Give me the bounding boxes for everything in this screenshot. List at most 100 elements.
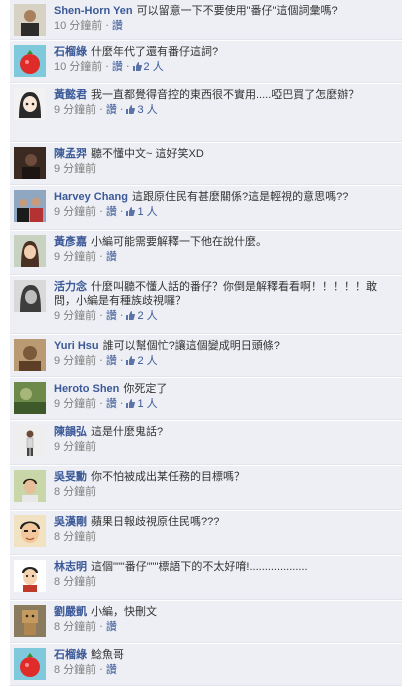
commenter-name[interactable]: 黃彥嘉 <box>54 236 87 248</box>
comment-meta: 9 分鐘前 ‧ 讚 ‧ 2 人 <box>54 355 158 367</box>
avatar-green-scene-icon[interactable] <box>14 382 46 414</box>
like-count[interactable]: 1 人 <box>126 206 158 218</box>
avatar-sepia-photo-icon[interactable] <box>14 339 46 371</box>
avatar-boy-photo-icon[interactable] <box>14 470 46 502</box>
comment-text: 小編，快刪文 <box>91 606 157 618</box>
comment-text: 蘋果日報歧視原住民嗎??? <box>91 516 220 528</box>
comment-text: 這個"""番仔"""標語下的不太好唷!................... <box>91 561 308 573</box>
comment-timestamp[interactable]: 9 分鐘前 <box>54 206 96 218</box>
comment-item: 陳韻弘 這是什麼鬼話? 9 分鐘前 <box>10 421 402 465</box>
comment-text: 聽不懂中文~ 這好笑XD <box>91 148 204 160</box>
avatar-standing-figure-icon[interactable] <box>14 425 46 457</box>
avatar-girl-photo-icon[interactable] <box>14 235 46 267</box>
like-count[interactable]: 1 人 <box>126 398 158 410</box>
avatar-pomegranate-icon[interactable] <box>14 45 46 77</box>
comment-text: 什麼年代了還有番仔這詞? <box>91 46 219 58</box>
commenter-name[interactable]: 石榴綠 <box>54 649 87 661</box>
comment-timestamp[interactable]: 9 分鐘前 <box>54 398 96 410</box>
comment-timestamp[interactable]: 8 分鐘前 <box>54 486 96 498</box>
like-count[interactable]: 3 人 <box>126 104 158 116</box>
commenter-name[interactable]: 陳孟羿 <box>54 148 87 160</box>
like-count[interactable]: 2 人 <box>126 355 158 367</box>
commenter-name[interactable]: 活力念 <box>54 281 87 293</box>
commenter-name[interactable]: 吳漢剛 <box>54 516 87 528</box>
comment-meta: 8 分鐘前 <box>54 530 396 545</box>
comment-text: 這是什麼鬼話? <box>91 426 164 438</box>
like-link[interactable]: 讚 <box>106 251 117 263</box>
like-link[interactable]: 讚 <box>106 104 117 116</box>
comment-meta: 9 分鐘前 <box>54 440 396 455</box>
comment-timestamp[interactable]: 8 分鐘前 <box>54 664 96 676</box>
comment-timestamp[interactable]: 9 分鐘前 <box>54 163 96 175</box>
comment-item: Harvey Chang 這跟原住民有甚麼關係?這是輕視的意思嗎?? 9 分鐘前 … <box>10 186 402 230</box>
comment-item: 石榴綠 什麼年代了還有番仔這詞? 10 分鐘前 ‧ 讚 ‧ 2 人 <box>10 41 402 83</box>
avatar-cartoon-man-icon[interactable] <box>14 560 46 592</box>
thumbs-up-icon <box>126 105 136 114</box>
like-link[interactable]: 讚 <box>106 621 117 633</box>
commenter-name[interactable]: 石榴綠 <box>54 46 87 58</box>
like-count[interactable]: 2 人 <box>132 61 164 73</box>
commenter-name[interactable]: 陳韻弘 <box>54 426 87 438</box>
comment-timestamp[interactable]: 8 分鐘前 <box>54 576 96 588</box>
comment-meta: 9 分鐘前 <box>54 162 396 177</box>
comment-meta: 10 分鐘前 ‧ 讚 ‧ 2 人 <box>54 61 164 73</box>
commenter-name[interactable]: 林志明 <box>54 561 87 573</box>
like-link[interactable]: 讚 <box>106 355 117 367</box>
like-link[interactable]: 讚 <box>106 398 117 410</box>
comment-item: 吳旻勳 你不怕被成出某任務的目標嗎？ 8 分鐘前 <box>10 466 402 510</box>
commenter-name[interactable]: Heroto Shen <box>54 383 119 395</box>
avatar-dark-photo-icon[interactable] <box>14 147 46 179</box>
comment-timestamp[interactable]: 9 分鐘前 <box>54 251 96 263</box>
commenter-name[interactable]: 黃懿君 <box>54 89 87 101</box>
comment-meta: 8 分鐘前 ‧ 讚 <box>54 621 117 633</box>
comment-item: Shen-Horn Yen 可以留意一下不要使用"番仔"這個詞彙嗎? 10 分鐘前… <box>10 0 402 40</box>
avatar-bw-woman-icon[interactable] <box>14 280 46 312</box>
comment-text: 這跟原住民有甚麼關係?這是輕視的意思嗎?? <box>131 191 349 203</box>
comment-meta: 8 分鐘前 <box>54 575 396 590</box>
comment-meta: 9 分鐘前 ‧ 讚 ‧ 2 人 <box>54 310 158 322</box>
comment-meta: 8 分鐘前 <box>54 485 396 500</box>
comment-timestamp[interactable]: 10 分鐘前 <box>54 20 102 32</box>
comment-timestamp[interactable]: 9 分鐘前 <box>54 104 96 116</box>
comment-item: Heroto Shen 你死定了 9 分鐘前 ‧ 讚 ‧ 1 人 <box>10 378 402 420</box>
commenter-name[interactable]: Shen-Horn Yen <box>54 5 133 17</box>
comment-item: 陳孟羿 聽不懂中文~ 這好笑XD 9 分鐘前 <box>10 143 402 185</box>
like-link[interactable]: 讚 <box>106 310 117 322</box>
comment-item: Yuri Hsu 誰可以幫個忙?讓這個變成明日頭條? 9 分鐘前 ‧ 讚 ‧ 2 … <box>10 335 402 377</box>
comment-timestamp[interactable]: 9 分鐘前 <box>54 310 96 322</box>
like-link[interactable]: 讚 <box>106 664 117 676</box>
comment-item: 林志明 這個"""番仔"""標語下的不太好唷!..................… <box>10 556 402 600</box>
avatar-man-photo-icon[interactable] <box>14 4 46 36</box>
commenter-name[interactable]: Harvey Chang <box>54 191 128 203</box>
comment-text: 誰可以幫個忙?讓這個變成明日頭條? <box>102 340 280 352</box>
comment-text: 我一直都覺得音控的東西很不實用.....啞巴買了怎麼辦？ <box>91 89 360 101</box>
comment-timestamp[interactable]: 8 分鐘前 <box>54 531 96 543</box>
comment-item: 吳漢剛 蘋果日報歧視原住民嗎??? 8 分鐘前 <box>10 511 402 555</box>
like-count[interactable]: 2 人 <box>126 310 158 322</box>
comment-item: 活力念 什麼叫聽不懂人話的番仔？你倒是解釋看看啊！！！！！敢問，小編是有種族歧視囉… <box>10 276 402 334</box>
commenter-name[interactable]: 吳旻勳 <box>54 471 87 483</box>
like-link[interactable]: 讚 <box>112 20 123 32</box>
like-link[interactable]: 讚 <box>106 206 117 218</box>
thumbs-up-icon <box>126 207 136 216</box>
comment-timestamp[interactable]: 10 分鐘前 <box>54 61 102 73</box>
avatar-group-photo-icon[interactable] <box>14 190 46 222</box>
avatar-pomegranate-icon[interactable] <box>14 648 46 680</box>
comment-timestamp[interactable]: 9 分鐘前 <box>54 441 96 453</box>
avatar-box-robot-icon[interactable] <box>14 605 46 637</box>
comment-text: 什麼叫聽不懂人話的番仔？你倒是解釋看看啊！！！！！敢問，小編是有種族歧視囉？ <box>54 281 377 307</box>
commenter-name[interactable]: Yuri Hsu <box>54 340 99 352</box>
avatar-anime-girl-icon[interactable] <box>14 88 46 120</box>
comment-text: 你死定了 <box>123 383 168 395</box>
comment-timestamp[interactable]: 8 分鐘前 <box>54 621 96 633</box>
comment-text: 你不怕被成出某任務的目標嗎？ <box>91 471 245 483</box>
comment-item: 黃懿君 我一直都覺得音控的東西很不實用.....啞巴買了怎麼辦？ 9 分鐘前 ‧ … <box>10 84 402 142</box>
commenter-name[interactable]: 劉嚴凱 <box>54 606 87 618</box>
avatar-cartoon-face-icon[interactable] <box>14 515 46 547</box>
comment-meta: 9 分鐘前 ‧ 讚 ‧ 3 人 <box>54 104 158 116</box>
comment-meta: 9 分鐘前 ‧ 讚 <box>54 251 117 263</box>
comment-timestamp[interactable]: 9 分鐘前 <box>54 355 96 367</box>
comment-meta: 9 分鐘前 ‧ 讚 ‧ 1 人 <box>54 206 158 218</box>
like-link[interactable]: 讚 <box>112 61 123 73</box>
thumbs-up-icon <box>126 399 136 408</box>
